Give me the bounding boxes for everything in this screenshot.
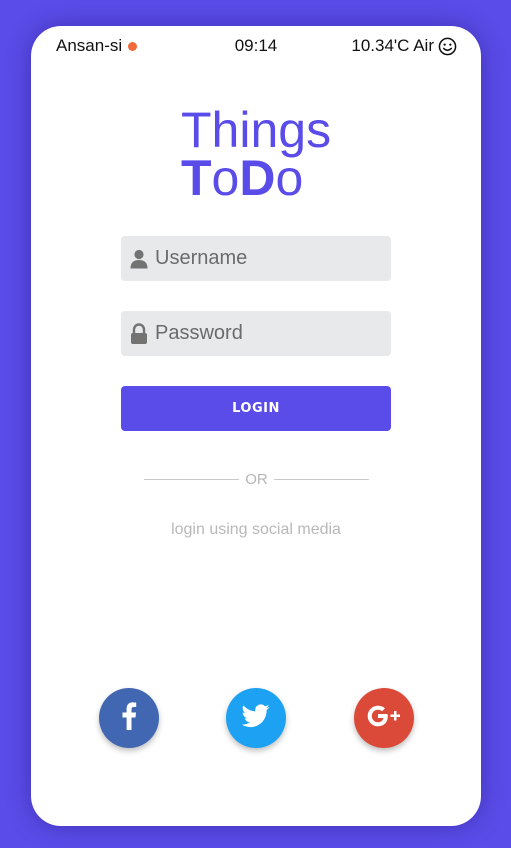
status-weather: 10.34'C Air — [351, 36, 457, 56]
lock-icon — [123, 322, 155, 345]
username-field[interactable] — [121, 236, 391, 281]
facebook-icon — [121, 701, 137, 735]
twitter-button[interactable] — [226, 688, 286, 748]
logo-letter: o — [275, 150, 304, 206]
google-plus-button[interactable] — [354, 688, 414, 748]
logo-letter: o — [211, 150, 240, 206]
status-bar: Ansan-si 09:14 10.34'C Air — [31, 36, 481, 58]
password-field[interactable] — [121, 311, 391, 356]
logo-line-todo: ToDo — [181, 153, 331, 203]
facebook-button[interactable] — [99, 688, 159, 748]
user-icon — [123, 249, 155, 269]
weather-label: 10.34'C Air — [351, 36, 434, 55]
login-button[interactable]: LOGIN — [121, 386, 391, 431]
app-logo: Things ToDo — [181, 102, 332, 203]
twitter-icon — [241, 703, 270, 733]
social-caption: login using social media — [171, 521, 341, 538]
smile-icon — [438, 37, 457, 56]
divider-line — [273, 479, 369, 480]
password-input[interactable] — [155, 322, 375, 345]
or-divider: OR — [144, 471, 369, 488]
google-plus-icon — [367, 705, 401, 732]
logo-letter: T — [181, 150, 212, 206]
username-input[interactable] — [155, 247, 375, 270]
logo-line-things: Things — [181, 102, 332, 158]
or-text: OR — [245, 471, 268, 488]
phone-card: Ansan-si 09:14 10.34'C Air Things ToDo U… — [31, 26, 481, 826]
logo-letter: D — [239, 150, 276, 206]
divider-line — [144, 479, 240, 480]
